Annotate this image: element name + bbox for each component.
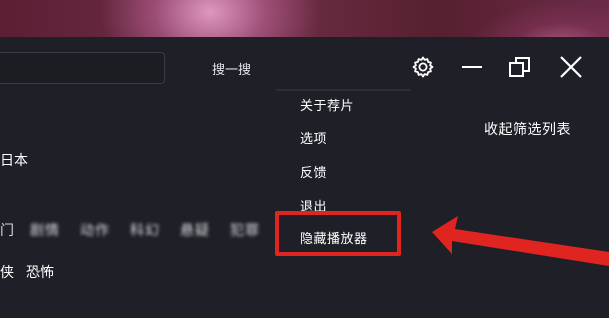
minimize-button[interactable] xyxy=(457,52,487,82)
close-icon xyxy=(559,55,583,79)
menu-item-about[interactable]: 关于荐片 xyxy=(300,95,354,114)
menu-item-options[interactable]: 选项 xyxy=(300,128,327,147)
collapse-filter-button[interactable]: 收起筛选列表 xyxy=(484,119,571,139)
close-button[interactable] xyxy=(556,52,586,82)
genre-filter-row: 门 剧情 动作 科幻 悬疑 犯罪 xyxy=(0,220,270,242)
restore-button[interactable] xyxy=(505,52,535,82)
genre-filter-item[interactable]: 悬疑 xyxy=(180,220,210,240)
genre-filter-item[interactable]: 科幻 xyxy=(130,220,160,240)
menu-item-feedback[interactable]: 反馈 xyxy=(300,162,327,181)
genre-filter-row-2: 侠恐怖 xyxy=(0,262,66,282)
genre-filter-item[interactable]: 犯罪 xyxy=(230,220,260,240)
settings-button[interactable] xyxy=(408,52,438,82)
genre-filter-item[interactable]: 门 xyxy=(0,220,15,240)
region-filter-japan[interactable]: 日本 xyxy=(0,150,28,170)
search-button[interactable]: 搜一搜 xyxy=(212,59,251,78)
minimize-icon xyxy=(461,56,483,78)
genre-filter-item[interactable]: 剧情 xyxy=(30,220,60,240)
app-window: 搜一搜 收起筛选列表 日本 门 剧情 动作 科幻 悬疑 犯罪 侠 恐怖 关于荐片… xyxy=(0,37,609,318)
genre-filter-item[interactable]: 动作 xyxy=(80,220,110,240)
annotation-highlight-box xyxy=(275,211,401,256)
gear-icon xyxy=(411,55,435,79)
restore-icon xyxy=(508,55,532,79)
genre-filter-item[interactable]: 恐怖 xyxy=(26,265,54,281)
genre-filter-item[interactable]: 侠 xyxy=(0,265,14,281)
search-input[interactable] xyxy=(0,52,165,84)
